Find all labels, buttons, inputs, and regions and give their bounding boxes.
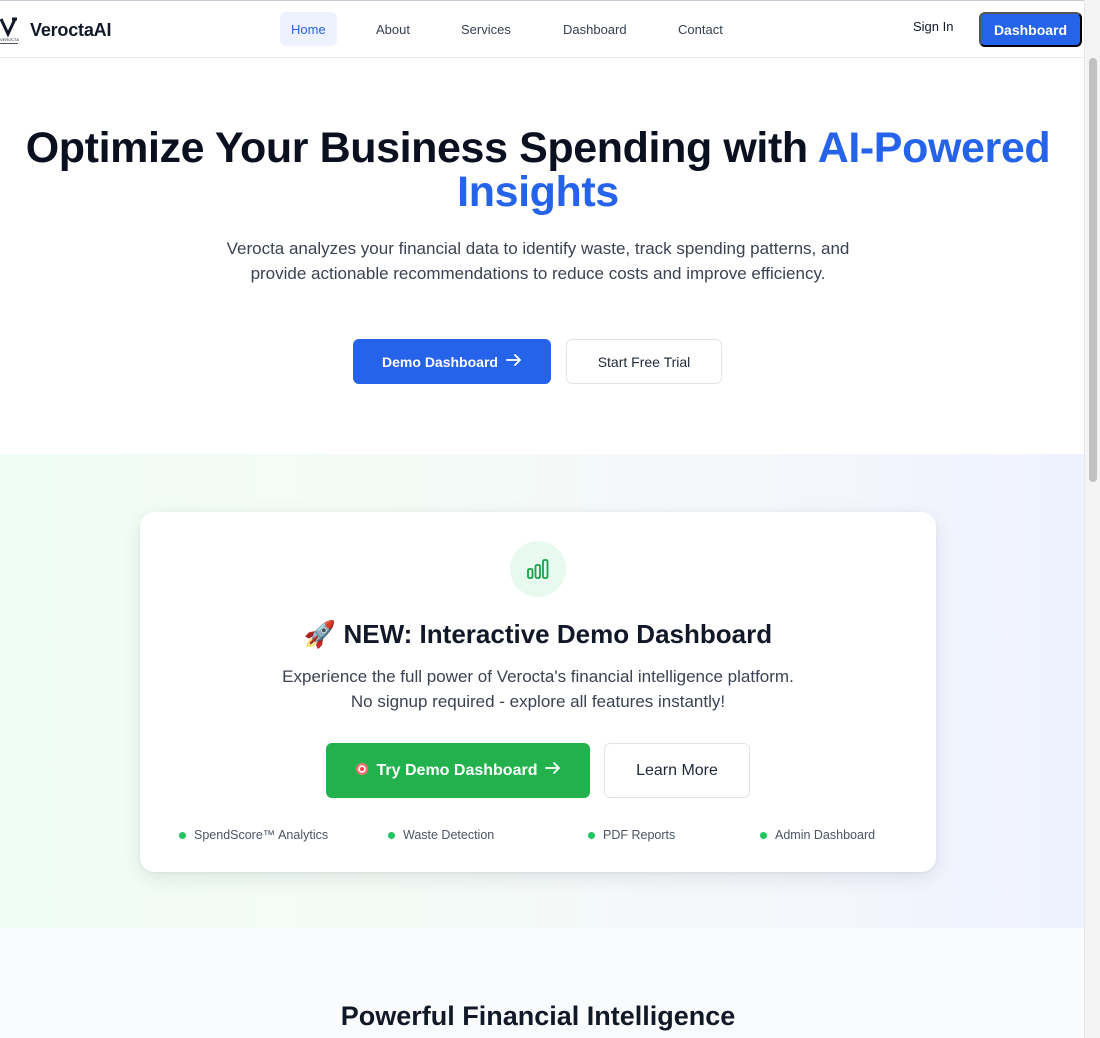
- demo-subtitle: Experience the full power of Verocta's f…: [200, 664, 876, 714]
- demo-dashboard-button[interactable]: Demo Dashboard: [353, 339, 551, 384]
- nav-link-contact[interactable]: Contact: [667, 12, 734, 46]
- try-demo-dashboard-button[interactable]: Try Demo Dashboard: [326, 743, 590, 798]
- arrow-right-icon: [506, 353, 522, 370]
- feature-label: SpendScore™ Analytics: [194, 828, 329, 842]
- target-icon: [355, 762, 369, 779]
- hero-subtitle: Verocta analyzes your financial data to …: [226, 239, 850, 283]
- section-title: Powerful Financial Intelligence: [340, 1001, 736, 1031]
- bar-chart-icon: [510, 541, 566, 597]
- feature-label: Waste Detection: [403, 828, 495, 842]
- learn-more-button[interactable]: Learn More: [604, 743, 750, 798]
- demo-subtitle-line2: No signup required - explore all feature…: [350, 692, 726, 711]
- arrow-right-icon: [545, 761, 561, 780]
- feature-item: Admin Dashboard: [760, 827, 875, 843]
- brand[interactable]: VEROCTA VeroctaAI: [0, 15, 111, 45]
- dashboard-button[interactable]: Dashboard: [979, 12, 1082, 47]
- feature-dot-icon: [179, 831, 186, 839]
- feature-label: Admin Dashboard: [775, 828, 876, 842]
- start-free-trial-button[interactable]: Start Free Trial: [566, 339, 722, 384]
- feature-dot-icon: [588, 831, 595, 839]
- feature-label: PDF Reports: [603, 828, 676, 842]
- nav-link-dashboard[interactable]: Dashboard: [552, 12, 638, 46]
- demo-dashboard-button-label: Demo Dashboard: [382, 353, 498, 370]
- logo-wordmark: VEROCTA: [0, 37, 19, 42]
- feature-item: PDF Reports: [588, 827, 675, 843]
- brand-name: VeroctaAI: [30, 19, 112, 40]
- scrollbar-thumb[interactable]: [1089, 58, 1097, 482]
- feature-item: Waste Detection: [388, 827, 494, 843]
- hero-title: Optimize Your Business Spending with AI-…: [20, 126, 1056, 214]
- verocta-logo-icon: VEROCTA: [0, 15, 22, 45]
- hero-title-main: Optimize Your Business Spending with: [25, 124, 808, 172]
- feature-item: SpendScore™ Analytics: [179, 827, 328, 843]
- page-scrollbar[interactable]: [1084, 0, 1100, 1038]
- nav-link-about[interactable]: About: [365, 12, 421, 46]
- try-demo-dashboard-label: Try Demo Dashboard: [376, 761, 538, 779]
- demo-title: 🚀 NEW: Interactive Demo Dashboard: [140, 617, 936, 651]
- top-navigation: VEROCTA VeroctaAI Home About Services Da…: [0, 0, 1084, 58]
- demo-subtitle-line1: Experience the full power of Verocta's f…: [282, 667, 794, 686]
- nav-link-services[interactable]: Services: [450, 12, 522, 46]
- feature-dot-icon: [388, 831, 395, 839]
- feature-dot-icon: [760, 831, 767, 839]
- demo-title-text: NEW: Interactive Demo Dashboard: [343, 619, 773, 649]
- nav-link-home[interactable]: Home: [280, 12, 337, 46]
- sign-in-link[interactable]: Sign In: [913, 19, 953, 34]
- rocket-icon: 🚀: [303, 619, 337, 649]
